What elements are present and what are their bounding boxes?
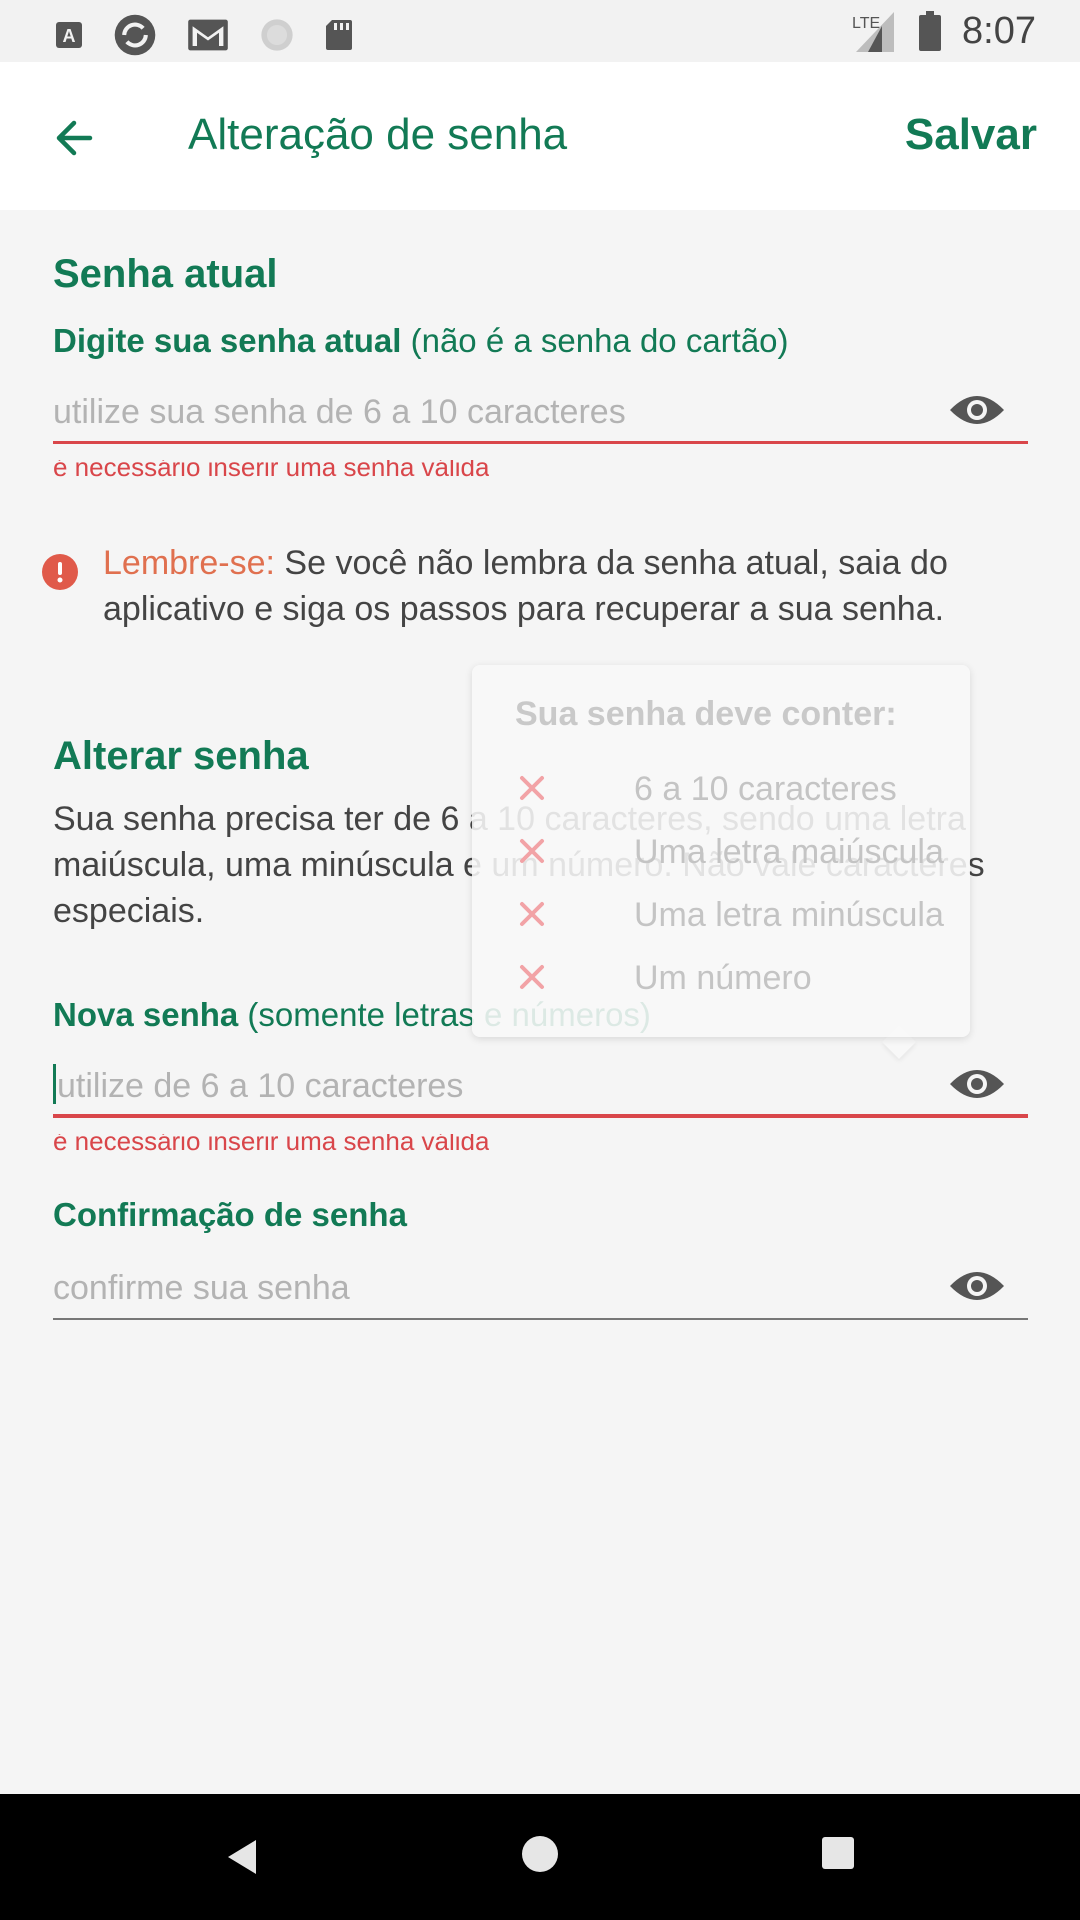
current-password-label-note: (não é a senha do cartão)	[401, 322, 789, 359]
confirm-password-label: Confirmação de senha	[53, 1196, 407, 1233]
sd-card-icon	[326, 20, 352, 50]
current-password-section-title: Senha atual	[53, 252, 278, 296]
status-notification-icons: A	[54, 12, 354, 58]
change-password-section-title: Alterar senha	[53, 734, 309, 778]
reminder-text: Lembre-se: Se você não lembra da senha a…	[103, 540, 1053, 632]
x-icon	[520, 839, 544, 863]
current-password-input[interactable]	[53, 384, 953, 440]
sync-icon	[114, 14, 156, 56]
new-password-underline	[53, 1114, 1028, 1118]
new-password-error: é necessário inserir uma senha válida	[53, 1134, 490, 1156]
new-password-field	[53, 1058, 1028, 1118]
requirement-text: Uma letra maiúscula	[634, 833, 944, 871]
confirm-password-field	[53, 1260, 1028, 1320]
current-password-error: é necessário inserir uma senha válida	[53, 460, 490, 482]
text-cursor	[53, 1064, 56, 1104]
requirement-text: 6 a 10 caracteres	[634, 770, 897, 808]
text-a-icon: A	[56, 22, 82, 48]
x-icon	[520, 965, 544, 989]
gmail-icon	[188, 19, 228, 51]
app-bar: Alteração de senha Salvar	[0, 62, 1080, 210]
confirm-password-underline	[53, 1318, 1028, 1320]
signal-icon: LTE	[852, 12, 895, 52]
status-system-icons: LTE 8:07	[850, 8, 1036, 54]
eye-icon[interactable]	[948, 1064, 1006, 1104]
loading-icon	[261, 19, 293, 51]
x-icon	[520, 776, 544, 800]
current-password-label: Digite sua senha atual (não é a senha do…	[53, 322, 789, 360]
new-password-label-bold: Nova senha	[53, 996, 239, 1033]
eye-icon[interactable]	[948, 390, 1006, 430]
current-password-label-bold: Digite sua senha atual	[53, 322, 402, 359]
nav-back-icon[interactable]	[222, 1836, 262, 1878]
confirm-password-input[interactable]	[53, 1260, 953, 1316]
status-bar: A LTE 8:07	[0, 0, 1080, 62]
save-button[interactable]: Salvar	[905, 110, 1037, 160]
battery-icon	[919, 11, 942, 51]
nav-recents-icon[interactable]	[822, 1837, 854, 1869]
nav-home-icon[interactable]	[522, 1836, 558, 1872]
requirement-text: Um número	[634, 959, 812, 997]
arrow-left-icon[interactable]	[50, 114, 98, 162]
navigation-bar	[0, 1794, 1080, 1920]
alert-icon	[42, 554, 78, 590]
password-requirements-tooltip: Sua senha deve conter: 6 a 10 caracteres…	[472, 665, 970, 1037]
eye-icon[interactable]	[948, 1266, 1006, 1306]
x-icon	[520, 902, 544, 926]
reminder-label: Lembre-se:	[103, 544, 275, 582]
current-password-field	[53, 384, 1028, 444]
tooltip-title: Sua senha deve conter:	[515, 695, 897, 733]
svg-text:LTE: LTE	[852, 15, 880, 32]
svg-text:A: A	[63, 26, 76, 46]
new-password-input[interactable]	[57, 1058, 957, 1114]
clock: 8:07	[962, 9, 1036, 52]
requirement-text: Uma letra minúscula	[634, 896, 944, 934]
page-title: Alteração de senha	[188, 110, 568, 159]
current-password-underline	[53, 441, 1028, 444]
